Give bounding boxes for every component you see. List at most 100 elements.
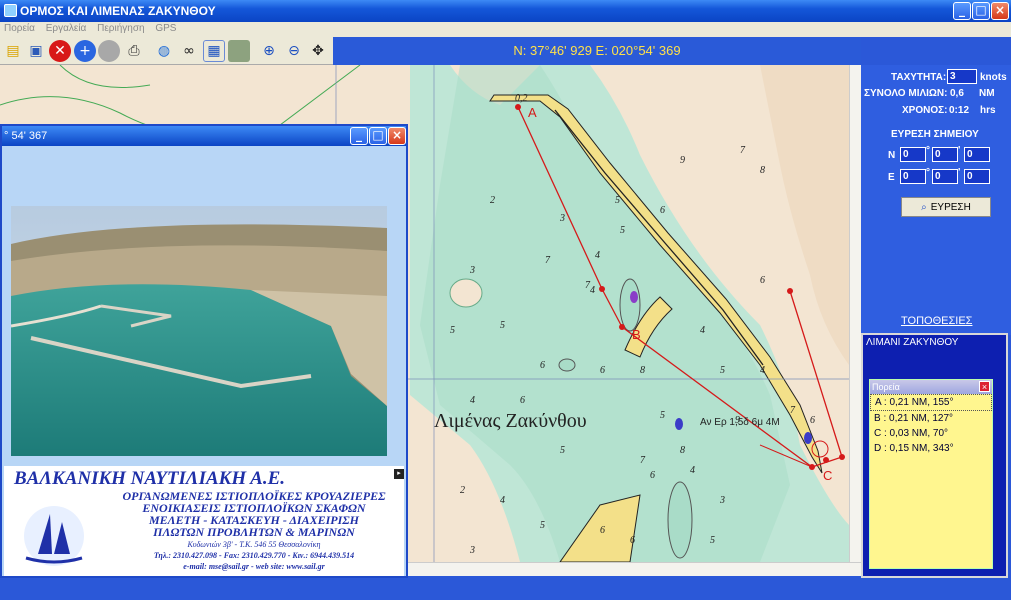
depth-sounding: 6 [650,470,655,481]
depth-sounding: 6 [540,360,545,371]
menu-tools[interactable]: Εργαλεία [42,22,91,35]
depth-sounding: 2 [460,485,465,496]
depth-sounding: 4 [700,325,705,336]
map-vertical-scrollbar[interactable] [849,65,861,562]
route-leg[interactable]: A : 0,21 NM, 155° [870,394,992,411]
east-label: E [888,172,895,183]
depth-sounding: 4 [760,365,765,376]
depth-sounding: 5 [500,320,505,331]
depth-sounding: 0,2 [515,93,528,104]
map-horizontal-scrollbar[interactable] [408,562,861,576]
sailboat-logo-icon [24,506,84,566]
menu-gps[interactable]: GPS [151,22,180,35]
depth-sounding: 4 [595,250,600,261]
zoom-in-icon[interactable]: ⊕ [258,40,280,62]
north-decimals-input[interactable]: 0 [964,147,990,162]
minimize-button[interactable]: _ [953,2,971,20]
binoculars-icon[interactable]: ∞ [178,40,200,62]
north-degrees-input[interactable]: 0 [900,147,926,162]
route-close-button[interactable]: × [979,381,990,392]
waypoint-a: A [528,105,537,120]
depth-sounding: 4 [500,495,505,506]
depth-sounding: 6 [760,275,765,286]
list-item[interactable]: ΛΙΜΑΝΙ ΖΑΚΥΝΘΟΥ [866,337,958,348]
east-degrees-input[interactable]: 0 [900,169,926,184]
total-miles-value: 0,6 [950,88,964,99]
open-folder-icon[interactable]: ▤ [2,40,24,62]
depth-sounding: 3 [560,213,565,224]
depth-sounding: 7 [790,405,795,416]
photo-minimize-button[interactable]: _ [350,127,368,145]
photo-close-button[interactable]: × [388,127,406,145]
depth-sounding: 3 [720,495,725,506]
window-title: ΟΡΜΟΣ ΚΑΙ ΛΙΜΕΝΑΣ ΖΑΚΥΝΘΟΥ [20,4,216,18]
depth-sounding: 9 [735,415,740,426]
maximize-button[interactable]: □ [972,2,990,20]
total-miles-label: ΣΥΝΟΛΟ ΜΙΛΙΩΝ: [864,88,948,99]
depth-sounding: 3 [470,545,475,556]
stop-icon[interactable]: ✕ [49,40,71,62]
depth-sounding: 5 [450,325,455,336]
speed-unit: knots [980,72,1007,83]
total-miles-unit: NM [979,88,995,99]
places-link[interactable]: ΤΟΠΟΘΕΣΙΕΣ [901,315,972,327]
depth-sounding: 8 [680,445,685,456]
depth-sounding: 6 [810,415,815,426]
control-panel: ΤΑΧΥΤΗΤΑ: 3 knots ΣΥΝΟΛΟ ΜΙΛΙΩΝ: 0,6 NM … [861,65,1011,335]
route-window: Πορεία × A : 0,21 NM, 155° B : 0,21 NM, … [869,379,993,569]
depth-sounding: 4 [470,395,475,406]
ruler-icon[interactable]: ▦ [203,40,225,62]
ad-web: e-mail: mse@sail.gr - web site: www.sail… [183,562,325,571]
company-logo [8,492,100,572]
pan-icon[interactable]: ✥ [307,40,329,62]
find-icon: ⌕ [921,201,927,213]
north-label: N [888,150,896,161]
depth-sounding: 5 [540,520,545,531]
depth-sounding: 9 [680,155,685,166]
coordinate-readout: N: 37°46' 929 E: 020°54' 369 [333,37,861,65]
east-decimals-input[interactable]: 0 [964,169,990,184]
depth-sounding: 5 [615,195,620,206]
north-degree-sep: ° [926,145,930,156]
menu-navigation[interactable]: Περιήγηση [93,22,148,35]
add-icon[interactable]: + [74,40,96,62]
east-minutes-input[interactable]: 0 [932,169,958,184]
status-strip [0,576,1011,600]
north-minute-sep: ' [958,145,961,156]
depth-sounding: 6 [520,395,525,406]
close-button[interactable]: × [991,2,1009,20]
speed-input[interactable]: 3 [947,69,977,84]
east-degree-sep: ° [926,167,930,178]
waypoint-c: C [823,468,833,483]
harbor-photo [11,206,387,456]
save-icon[interactable]: ▣ [25,40,47,62]
route-window-title: Πορεία [870,380,992,394]
advertisement-banner: ΒΑΛΚΑΝΙΚΗ ΝΑΥΤΙΛΙΑΚΗ Α.Ε. ▸ ΟΡΓΑΝΩΜΕΝΕΣ … [4,466,404,576]
ad-address: Κυδωνιών 3β' - Τ.Κ. 546 55 Θεσσαλονίκη [187,540,321,549]
depth-sounding: 5 [720,365,725,376]
globe-icon[interactable]: ◍ [153,40,175,62]
route-leg[interactable]: D : 0,15 NM, 343° [870,441,992,456]
grid-icon[interactable] [228,40,250,62]
depth-sounding: 5 [710,535,715,546]
photo-maximize-button[interactable]: □ [369,127,387,145]
menu-route[interactable]: Πορεία [0,22,39,35]
north-minutes-input[interactable]: 0 [932,147,958,162]
record-icon[interactable] [98,40,120,62]
depth-sounding: 7 [640,455,645,466]
company-name: ΒΑΛΚΑΝΙΚΗ ΝΑΥΤΙΛΙΑΚΗ Α.Ε. [14,468,286,489]
depth-sounding: 2 [490,195,495,206]
depth-sounding: 8 [760,165,765,176]
zoom-out-icon[interactable]: ⊖ [283,40,305,62]
ad-arrow-icon[interactable]: ▸ [394,469,404,479]
route-leg[interactable]: B : 0,21 NM, 127° [870,411,992,426]
depth-sounding: 3 [470,265,475,276]
app-icon [4,4,17,17]
print-icon[interactable]: ⎙ [123,40,145,62]
route-leg[interactable]: C : 0,03 NM, 70° [870,426,992,441]
depth-sounding: 5 [620,225,625,236]
toolbar: ▤ ▣ ✕ + ⎙ ◍ ∞ ▦ ⊕ ⊖ ✥ [0,37,333,65]
find-button[interactable]: ⌕ ΕΥΡΕΣΗ [901,197,991,217]
depth-sounding: 5 [660,410,665,421]
east-minute-sep: ' [958,167,961,178]
